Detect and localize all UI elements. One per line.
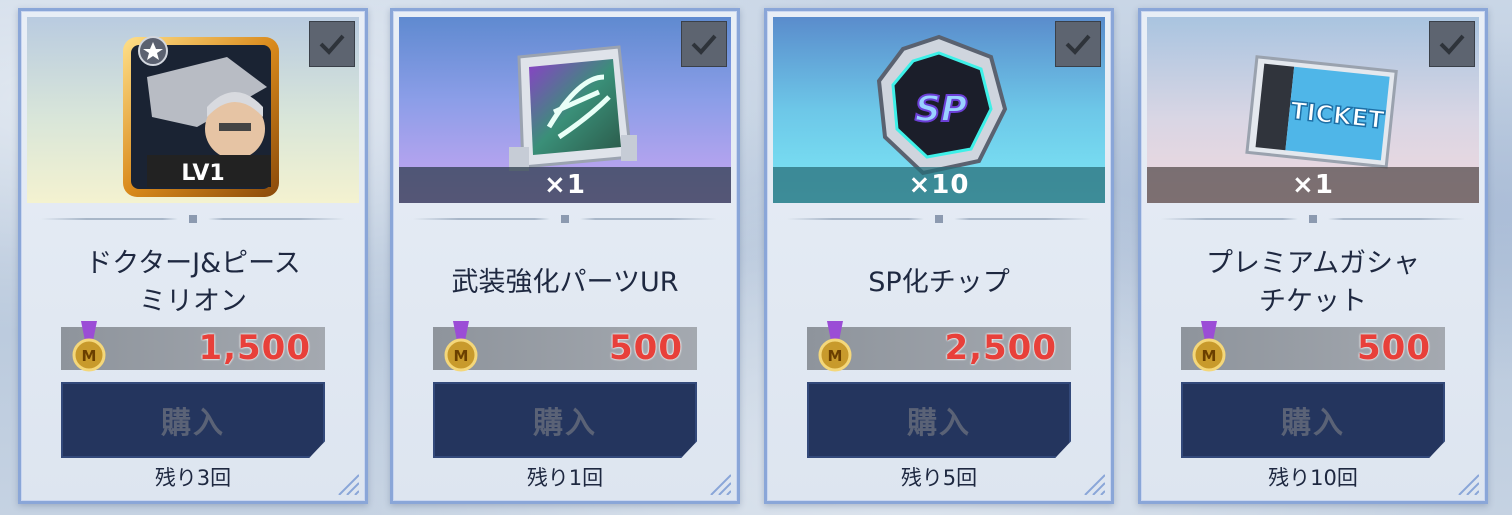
svg-text:M: M [828,347,843,365]
svg-text:M: M [454,347,469,365]
buy-button-label: 購入 [533,406,597,441]
price-value: 1,500 [198,328,311,368]
remaining-count: 残り1回 [526,466,604,490]
checkmark-icon [319,34,345,55]
buy-button-label: 購入 [161,406,225,441]
item-name: 武装強化パーツUR [451,267,679,298]
buy-button-label: 購入 [907,406,971,441]
select-checkbox[interactable] [1055,21,1101,67]
price-value: 2,500 [944,328,1057,368]
corner-ornament [1084,474,1105,495]
quantity-label: ×10 [773,167,1105,203]
medal-currency-icon: M [818,321,852,372]
buy-button[interactable]: 購入 [1181,382,1445,458]
remaining-count: 残り5回 [900,466,978,490]
price-value: 500 [1357,328,1431,368]
item-artwork: SP ×10 [773,17,1105,203]
medal-currency-icon: M [1192,321,1226,372]
shop-item-card[interactable]: TICKET ×1 プレミアムガシャ チケット M 500 購入 残り10回 [1138,8,1488,504]
buy-button[interactable]: 購入 [61,382,325,458]
level-badge: LV1 [181,161,224,186]
medal-currency-icon: M [72,321,106,372]
divider [787,215,1091,223]
select-checkbox[interactable] [1429,21,1475,67]
item-name: プレミアムガシャ チケット [1205,248,1421,317]
shop-item-card[interactable]: LV1 ドクターJ&ピース ミリオン M 1,500 購入 残り3回 [18,8,368,504]
buy-button[interactable]: 購入 [433,382,697,458]
item-name: ドクターJ&ピース ミリオン [85,248,301,317]
remaining-count: 残り3回 [154,466,232,490]
divider [413,215,717,223]
item-artwork: ×1 [399,17,731,203]
divider [1161,215,1465,223]
svg-text:M: M [1202,347,1217,365]
quantity-label: ×1 [1147,167,1479,203]
corner-ornament [710,474,731,495]
checkmark-icon [1065,34,1091,55]
checkmark-icon [691,34,717,55]
buy-button-label: 購入 [1281,406,1345,441]
quantity-label: ×1 [399,167,731,203]
buy-button[interactable]: 購入 [807,382,1071,458]
corner-ornament [338,474,359,495]
corner-ornament [1458,474,1479,495]
medal-currency-icon: M [444,321,478,372]
item-artwork: LV1 [27,17,359,203]
select-checkbox[interactable] [309,21,355,67]
price-bar: M 500 [1181,321,1445,372]
price-bar: M 500 [433,321,697,372]
price-value: 500 [609,328,683,368]
select-checkbox[interactable] [681,21,727,67]
shop-item-card[interactable]: ×1 武装強化パーツUR M 500 購入 残り1回 [390,8,740,504]
price-bar: M 1,500 [61,321,325,372]
remaining-count: 残り10回 [1268,466,1358,490]
shop-item-card[interactable]: SP ×10 SP化チップ M 2,500 購入 残り5回 [764,8,1114,504]
checkmark-icon [1439,34,1465,55]
sp-chip-text: SP [915,89,967,130]
svg-text:M: M [82,347,97,365]
price-bar: M 2,500 [807,321,1071,372]
divider [41,215,345,223]
item-artwork: TICKET ×1 [1147,17,1479,203]
item-name: SP化チップ [868,267,1010,298]
